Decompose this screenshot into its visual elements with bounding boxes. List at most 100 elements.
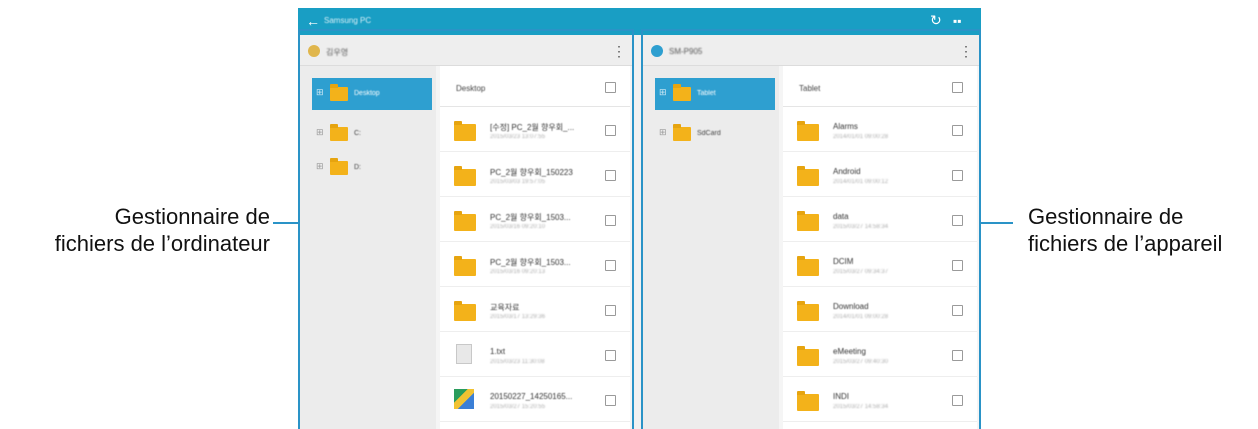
tree-item-d[interactable]: ⊞ D: xyxy=(312,152,432,184)
list-header: Tablet xyxy=(783,66,977,107)
file-date: 2015/03/16 09:20:10 xyxy=(490,224,546,230)
row-checkbox[interactable] xyxy=(952,350,963,361)
row-checkbox[interactable] xyxy=(605,260,616,271)
row-checkbox[interactable] xyxy=(952,215,963,226)
leader-line-right xyxy=(979,222,1013,224)
expand-icon[interactable]: ⊞ xyxy=(659,127,667,138)
file-row[interactable]: INDI 2015/03/27 14:58:34 xyxy=(783,377,977,422)
device-name: SM-P905 xyxy=(669,47,703,56)
list-header: Desktop xyxy=(440,66,630,107)
computer-file-pane: 김우영 ⋮ ⊞ Desktop ⊞ C: ⊞ D: Desktop [수정] P… xyxy=(298,35,634,429)
file-name: Download xyxy=(833,302,869,311)
file-date: 2014/01/01 09:00:28 xyxy=(833,314,889,320)
folder-icon xyxy=(454,301,476,321)
file-row[interactable]: 1.txt 2015/03/23 11:30:08 xyxy=(440,332,630,377)
file-row[interactable]: eMeeting 2015/03/27 09:40:30 xyxy=(783,332,977,377)
tree-item-label: Tablet xyxy=(697,90,716,97)
tree-item-label: SdCard xyxy=(697,130,721,137)
file-name: 20150227_14250165... xyxy=(490,392,573,401)
expand-icon[interactable]: ⊞ xyxy=(316,127,324,138)
file-date: 2014/01/01 09:00:28 xyxy=(833,134,889,140)
file-date: 2015/03/27 15:20:55 xyxy=(490,404,546,410)
expand-icon[interactable]: ⊞ xyxy=(316,87,324,98)
file-name: [수정] PC_2월 향우회_... xyxy=(490,123,575,132)
expand-icon[interactable]: ⊞ xyxy=(659,87,667,98)
folder-icon xyxy=(797,166,819,186)
row-checkbox[interactable] xyxy=(605,305,616,316)
file-row[interactable]: Android 2014/01/01 09:00:12 xyxy=(783,152,977,197)
leader-line-left xyxy=(273,222,300,224)
app-screen: ← Samsung PC ↻ ▪▪ 김우영 ⋮ ⊞ Desktop ⊞ C: ⊞ xyxy=(298,8,981,429)
file-row[interactable]: DCIM 2015/03/27 09:34:37 xyxy=(783,242,977,287)
list-title: Tablet xyxy=(799,84,821,93)
file-list: Desktop [수정] PC_2월 향우회_... 2015/03/23 13… xyxy=(440,66,630,429)
callout-line: Gestionnaire de xyxy=(1028,204,1184,229)
file-row[interactable]: 20150227_14250165... 2015/03/27 15:20:55 xyxy=(440,377,630,422)
row-checkbox[interactable] xyxy=(605,395,616,406)
image-file-icon xyxy=(454,389,474,409)
file-name: PC_2월 향우회_1503... xyxy=(490,213,571,222)
avatar xyxy=(651,45,663,57)
grid-view-icon[interactable]: ▪▪ xyxy=(953,14,962,28)
more-options-icon[interactable]: ⋮ xyxy=(959,43,973,60)
file-date: 2015/03/23 13:07:55 xyxy=(490,134,546,140)
folder-icon xyxy=(330,124,348,141)
file-row[interactable]: Alarms 2014/01/01 09:00:28 xyxy=(783,107,977,152)
tree-item-sdcard[interactable]: ⊞ SdCard xyxy=(655,118,775,150)
folder-icon xyxy=(330,158,348,175)
file-row[interactable]: 교육자료 2015/03/17 13:29:36 xyxy=(440,287,630,332)
tree-item-label: Desktop xyxy=(354,90,380,97)
row-checkbox[interactable] xyxy=(605,125,616,136)
file-date: 2015/03/16 09:20:13 xyxy=(490,269,546,275)
callout-line: fichiers de l’appareil xyxy=(1028,231,1223,256)
file-list: Tablet Alarms 2014/01/01 09:00:28 Androi… xyxy=(783,66,977,429)
row-checkbox[interactable] xyxy=(952,125,963,136)
row-checkbox[interactable] xyxy=(605,170,616,181)
file-date: 2014/01/01 09:00:12 xyxy=(833,179,889,185)
row-checkbox[interactable] xyxy=(605,350,616,361)
text-file-icon xyxy=(456,344,472,364)
file-row[interactable]: Download 2014/01/01 09:00:28 xyxy=(783,287,977,332)
file-row[interactable]: PC_2월 향우회_150223 2015/03/03 19:57:05 xyxy=(440,152,630,197)
select-all-checkbox[interactable] xyxy=(605,82,616,93)
file-row[interactable]: data 2015/03/27 14:58:34 xyxy=(783,197,977,242)
app-bar: ← Samsung PC ↻ ▪▪ xyxy=(298,8,981,35)
folder-icon xyxy=(797,301,819,321)
tree-item-label: C: xyxy=(354,130,361,137)
folder-icon xyxy=(797,121,819,141)
file-row[interactable]: PC_2월 향우회_1503... 2015/03/16 09:20:13 xyxy=(440,242,630,287)
tree-item-c[interactable]: ⊞ C: xyxy=(312,118,432,150)
file-date: 2015/03/27 14:58:34 xyxy=(833,404,889,410)
folder-icon xyxy=(797,256,819,276)
list-title: Desktop xyxy=(456,84,486,93)
folder-icon xyxy=(454,121,476,141)
device-file-manager-callout: Gestionnaire de fichiers de l’appareil xyxy=(1028,203,1222,257)
more-options-icon[interactable]: ⋮ xyxy=(612,43,626,60)
file-date: 2015/03/27 14:58:34 xyxy=(833,224,889,230)
folder-icon xyxy=(673,124,691,141)
row-checkbox[interactable] xyxy=(952,170,963,181)
file-name: INDI xyxy=(833,392,849,401)
back-arrow-icon[interactable]: ← xyxy=(306,13,320,29)
tree-item-tablet[interactable]: ⊞ Tablet xyxy=(655,78,775,110)
file-date: 2015/03/17 13:29:36 xyxy=(490,314,546,320)
select-all-checkbox[interactable] xyxy=(952,82,963,93)
expand-icon[interactable]: ⊞ xyxy=(316,161,324,172)
folder-icon xyxy=(673,84,691,101)
callout-line: fichiers de l’ordinateur xyxy=(54,231,270,256)
folder-icon xyxy=(454,256,476,276)
row-checkbox[interactable] xyxy=(605,215,616,226)
row-checkbox[interactable] xyxy=(952,305,963,316)
refresh-icon[interactable]: ↻ xyxy=(930,12,942,29)
row-checkbox[interactable] xyxy=(952,260,963,271)
file-row[interactable]: [수정] PC_2월 향우회_... 2015/03/23 13:07:55 xyxy=(440,107,630,152)
file-date: 2015/03/27 09:40:30 xyxy=(833,359,889,365)
app-title: Samsung PC xyxy=(324,16,372,25)
folder-icon xyxy=(454,211,476,231)
tree-item-desktop[interactable]: ⊞ Desktop xyxy=(312,78,432,110)
file-row[interactable]: PC_2월 향우회_1503... 2015/03/16 09:20:10 xyxy=(440,197,630,242)
row-checkbox[interactable] xyxy=(952,395,963,406)
folder-icon xyxy=(330,84,348,101)
file-name: 교육자료 xyxy=(490,303,520,312)
pane-header: 김우영 ⋮ xyxy=(298,35,634,66)
